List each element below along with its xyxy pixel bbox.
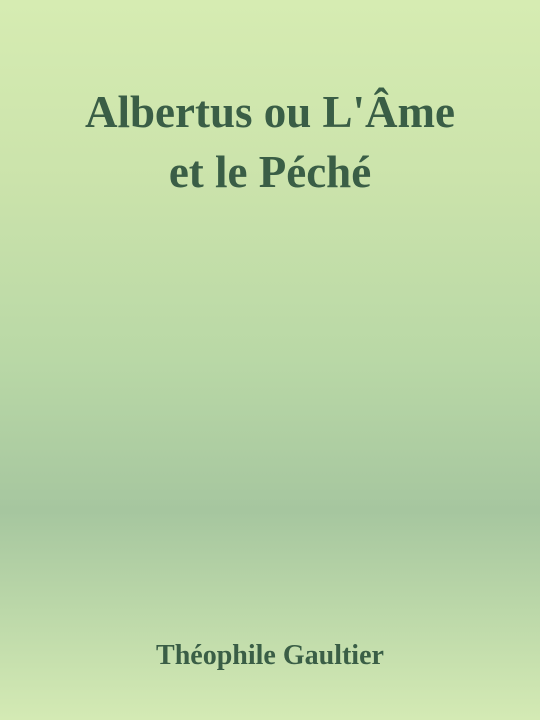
book-title: Albertus ou L'Âme et le Péché [0,82,540,202]
book-author: Théophile Gaultier [156,640,384,671]
book-title-line-1: Albertus ou L'Âme [85,87,455,138]
book-cover: Albertus ou L'Âme et le Péché Théophile … [0,0,540,720]
book-title-line-2: et le Péché [168,147,372,198]
